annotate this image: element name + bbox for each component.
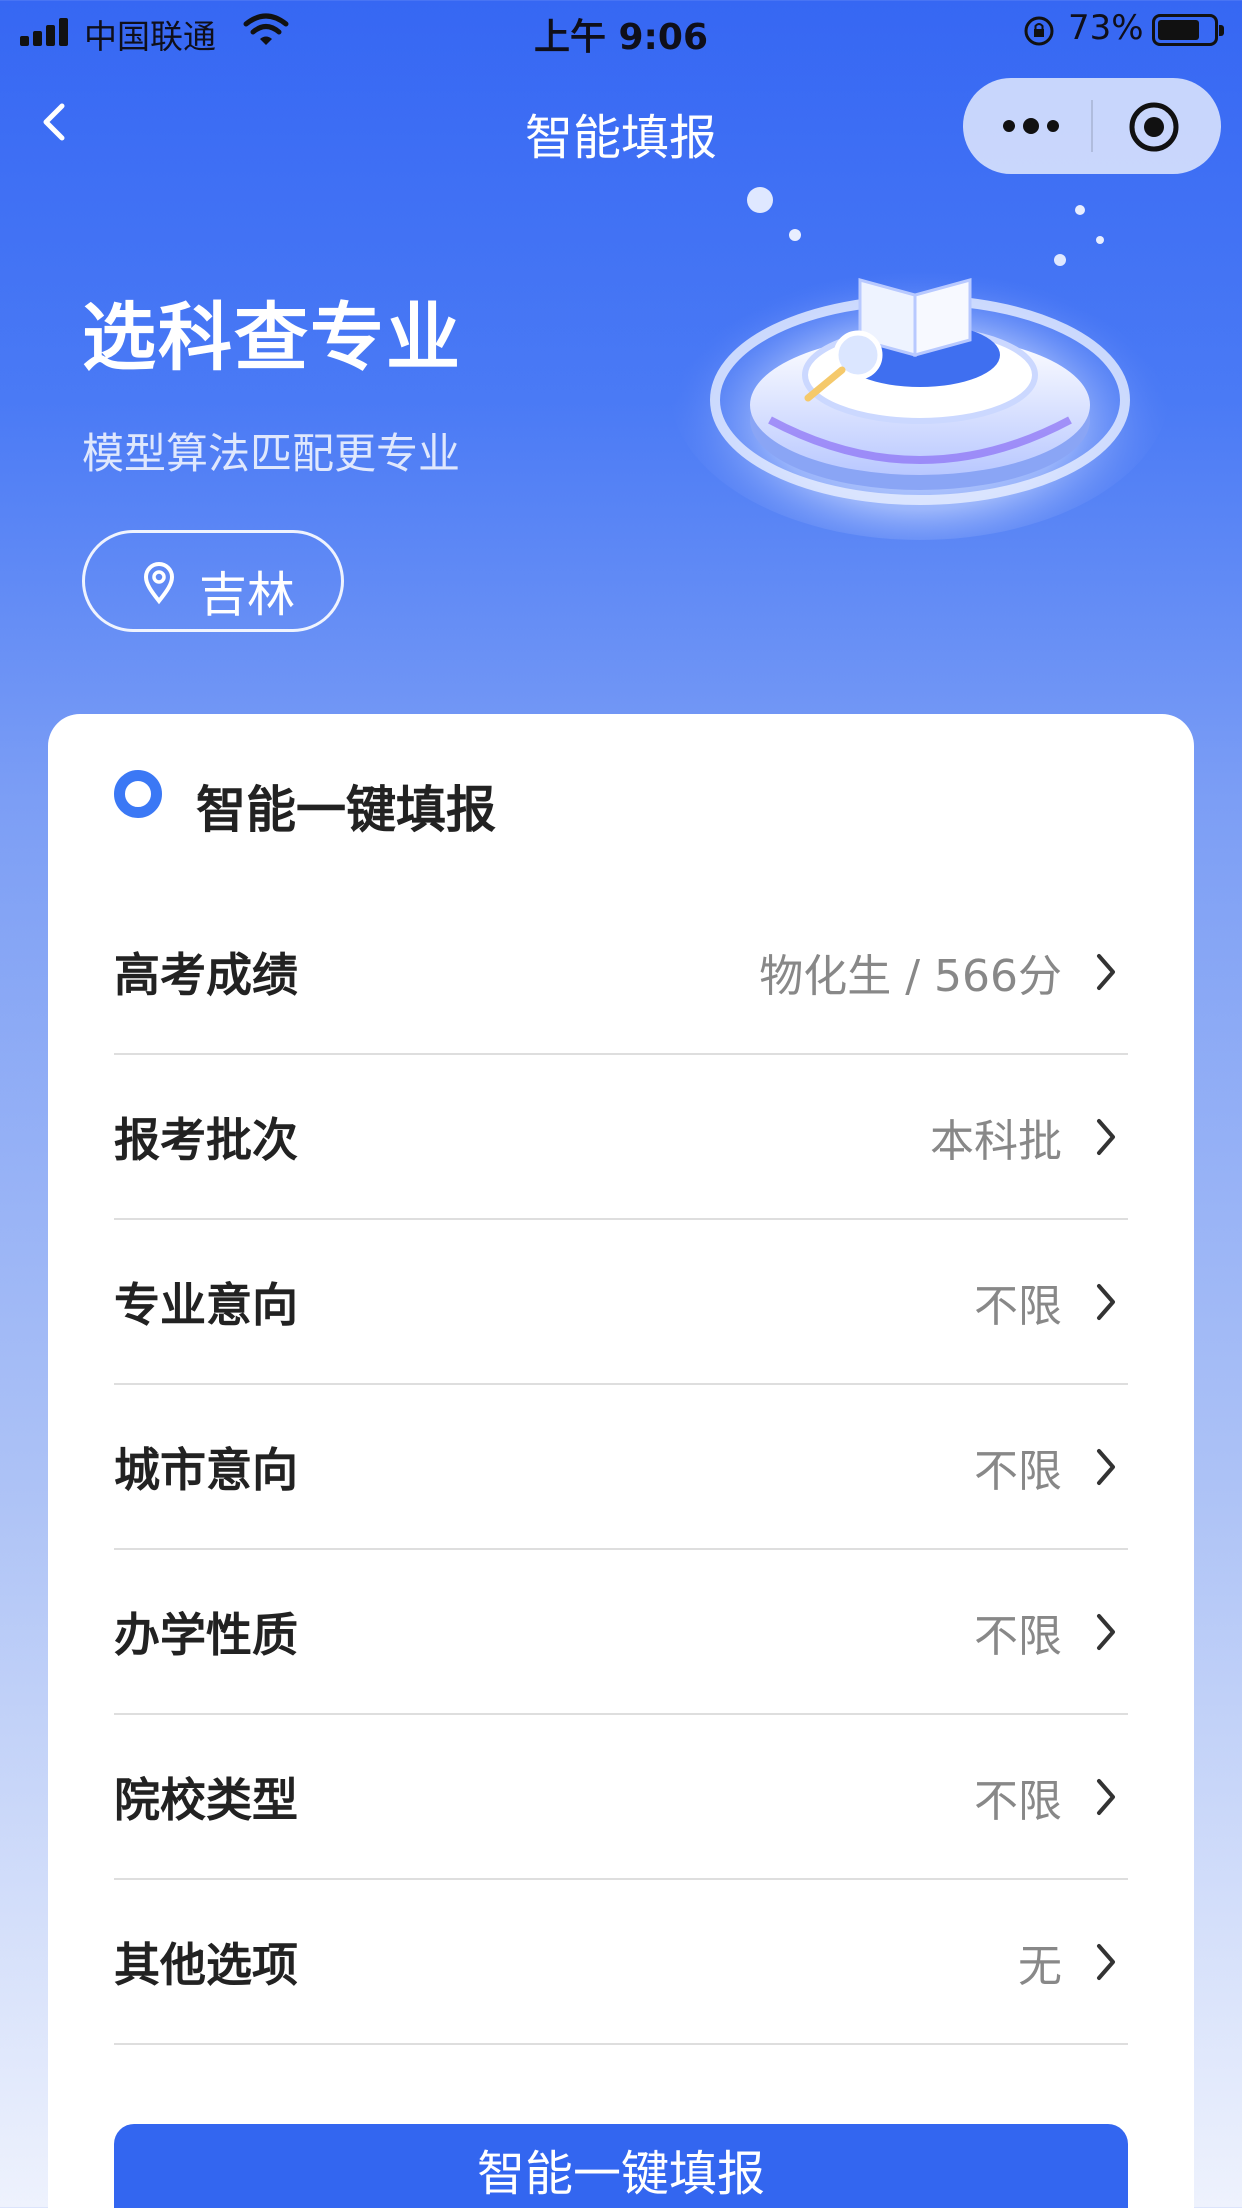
- row-batch[interactable]: 报考批次 本科批: [114, 1055, 1128, 1220]
- row-value: 无: [1018, 1940, 1062, 1992]
- miniprogram-capsule: [963, 78, 1221, 174]
- ring-icon: [114, 770, 162, 818]
- chevron-right-icon: [1097, 1778, 1115, 1815]
- row-value: 物化生 / 566分: [759, 950, 1062, 1002]
- more-icon[interactable]: [1001, 112, 1061, 140]
- row-label: 专业意向: [114, 1277, 298, 1332]
- row-value: 不限: [974, 1610, 1062, 1662]
- row-value: 不限: [974, 1280, 1062, 1332]
- row-value: 不限: [974, 1445, 1062, 1497]
- chevron-right-icon: [1097, 1448, 1115, 1485]
- chevron-right-icon: [1097, 1943, 1115, 1980]
- row-value: 不限: [974, 1775, 1062, 1827]
- row-label: 报考批次: [114, 1112, 298, 1167]
- rotation-lock-icon: [1024, 16, 1054, 46]
- battery-percent: 73%: [1068, 8, 1144, 48]
- row-label: 高考成绩: [114, 947, 298, 1002]
- chevron-right-icon: [1097, 1118, 1115, 1155]
- row-label: 其他选项: [114, 1937, 298, 1992]
- location-button[interactable]: 吉林: [82, 530, 344, 632]
- row-school-nature[interactable]: 办学性质 不限: [114, 1550, 1128, 1715]
- row-major-intent[interactable]: 专业意向 不限: [114, 1220, 1128, 1385]
- row-other-options[interactable]: 其他选项 无: [114, 1880, 1128, 2045]
- hero-title: 选科查专业: [82, 295, 462, 381]
- row-value: 本科批: [930, 1115, 1062, 1167]
- location-pin-icon: [143, 562, 175, 605]
- row-label: 院校类型: [114, 1772, 298, 1827]
- row-city-intent[interactable]: 城市意向 不限: [114, 1385, 1128, 1550]
- hero-subtitle: 模型算法匹配更专业: [82, 429, 461, 478]
- row-school-type[interactable]: 院校类型 不限: [114, 1715, 1128, 1880]
- close-target-icon[interactable]: [1128, 101, 1180, 153]
- status-bar: 中国联通 上午 9:06 73%: [0, 0, 1242, 62]
- book-platform-illustration: [670, 187, 1170, 540]
- chevron-right-icon: [1097, 1283, 1115, 1320]
- card-title: 智能一键填报: [196, 781, 496, 839]
- row-score[interactable]: 高考成绩 物化生 / 566分: [114, 890, 1128, 1055]
- smart-fill-submit-button[interactable]: 智能一键填报: [114, 2124, 1128, 2208]
- row-label: 办学性质: [114, 1607, 298, 1662]
- chevron-right-icon: [1097, 953, 1115, 990]
- location-label: 吉林: [199, 567, 296, 623]
- row-label: 城市意向: [114, 1442, 298, 1497]
- capsule-divider: [1091, 100, 1093, 152]
- battery-icon: [1152, 14, 1224, 46]
- smart-fill-card: 智能一键填报 高考成绩 物化生 / 566分 报考批次 本科批 专业意向 不限 …: [48, 714, 1194, 2208]
- chevron-right-icon: [1097, 1613, 1115, 1650]
